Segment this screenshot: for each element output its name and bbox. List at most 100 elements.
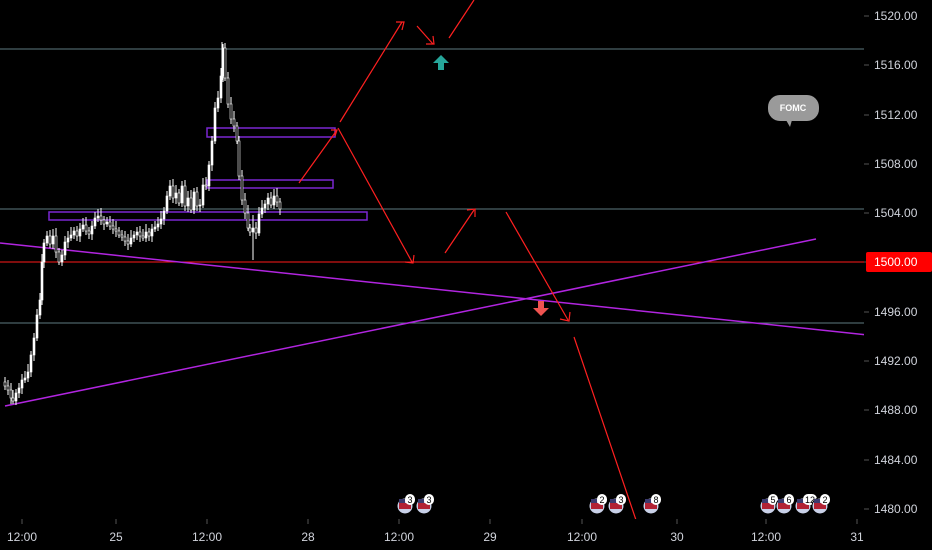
time-axis[interactable]	[0, 519, 932, 550]
candle-body	[257, 213, 261, 234]
event-count: 5	[770, 495, 775, 505]
candle-body	[69, 234, 73, 239]
candle-body	[174, 192, 178, 199]
candle-body	[162, 210, 166, 220]
candle-body	[3, 381, 7, 387]
candle-body	[235, 125, 239, 142]
candle-body	[57, 251, 61, 263]
candle-body	[114, 228, 118, 232]
candle-body	[168, 185, 172, 197]
event-count: 8	[653, 495, 658, 505]
time-tick-label: 12:00	[751, 530, 781, 544]
time-tick-label: 29	[483, 530, 497, 544]
candle-body	[66, 237, 70, 243]
price-tick-label: 1492.00	[874, 354, 918, 368]
candle-body	[213, 107, 217, 142]
candle-body	[263, 203, 267, 209]
candle-body	[75, 230, 79, 237]
candle-body	[35, 314, 39, 339]
event-count: 2	[599, 495, 604, 505]
candle-body	[9, 389, 13, 399]
candle-body	[48, 235, 52, 245]
candle-body	[192, 191, 196, 211]
candle-body	[63, 241, 67, 256]
candle-body	[99, 215, 103, 221]
candle-body	[51, 235, 55, 245]
candle-body	[141, 235, 145, 239]
price-axis[interactable]	[864, 0, 932, 550]
candle-body	[105, 221, 109, 225]
candle-body	[93, 217, 97, 227]
current-price-tag: 1500.00	[866, 252, 932, 272]
current-price-tag-label: 1500.00	[874, 255, 918, 269]
candle-body	[84, 224, 88, 232]
plot-area[interactable]	[0, 0, 864, 550]
candle-body	[153, 226, 157, 230]
time-tick-label: 12:00	[7, 530, 37, 544]
candle-body	[243, 199, 247, 214]
candle-body	[232, 118, 236, 127]
candle-body	[204, 184, 208, 187]
candle-body	[6, 385, 10, 391]
candle-body	[78, 228, 82, 237]
candle-body	[266, 197, 270, 205]
candle-body	[177, 192, 181, 204]
time-tick-label: 28	[301, 530, 315, 544]
candle-body	[126, 240, 130, 245]
candle-body	[111, 225, 115, 230]
price-tick-label: 1508.00	[874, 157, 918, 171]
candle-body	[198, 204, 202, 207]
candle-body	[32, 337, 36, 356]
candle-body	[29, 354, 33, 373]
price-tick-label: 1488.00	[874, 403, 918, 417]
candle-body	[171, 185, 175, 199]
event-count: 3	[426, 495, 431, 505]
candle-body	[20, 379, 24, 389]
candle-body	[147, 231, 151, 237]
candle-body	[135, 231, 139, 236]
candle-body	[216, 97, 220, 109]
candle-body	[278, 201, 282, 210]
candle-body	[159, 218, 163, 225]
candle-body	[132, 234, 136, 239]
candle-body	[54, 235, 58, 253]
price-tick-label: 1484.00	[874, 453, 918, 467]
candle-body	[96, 215, 100, 219]
candle-body	[23, 377, 27, 381]
time-tick-label: 12:00	[384, 530, 414, 544]
time-tick-label: 31	[850, 530, 864, 544]
candle-body	[237, 140, 241, 177]
candle-body	[269, 197, 273, 206]
candle-body	[108, 221, 112, 227]
time-tick-label: 25	[109, 530, 123, 544]
candle-body	[102, 219, 106, 225]
candle-body	[201, 184, 205, 206]
price-tick-label: 1496.00	[874, 305, 918, 319]
candle-body	[248, 227, 252, 233]
event-count: 3	[618, 495, 623, 505]
price-tick-label: 1480.00	[874, 502, 918, 516]
price-chart[interactable]: FOMC 3 3 2 3 8 5 6 12 2 1520.001516.001512.00150…	[0, 0, 932, 550]
candle-body	[183, 185, 187, 207]
candle-body	[42, 242, 46, 263]
candle-body	[260, 207, 264, 215]
candle-body	[81, 224, 85, 230]
candle-body	[186, 197, 190, 207]
candle-body	[60, 254, 64, 263]
time-tick-label: 30	[670, 530, 684, 544]
price-tick-label: 1512.00	[874, 108, 918, 122]
candle-body	[138, 231, 142, 237]
candle-body	[226, 77, 230, 105]
candle-body	[90, 225, 94, 235]
candle-body	[195, 191, 199, 207]
candle-body	[189, 197, 193, 211]
candle-body	[45, 235, 49, 244]
event-count: 6	[786, 495, 791, 505]
candle-body	[129, 237, 133, 245]
candle-body	[165, 195, 169, 212]
candle-body	[120, 234, 124, 238]
candle-body	[254, 227, 258, 234]
candle-body	[38, 299, 42, 316]
candle-body	[275, 195, 279, 203]
event-count: 3	[407, 495, 412, 505]
